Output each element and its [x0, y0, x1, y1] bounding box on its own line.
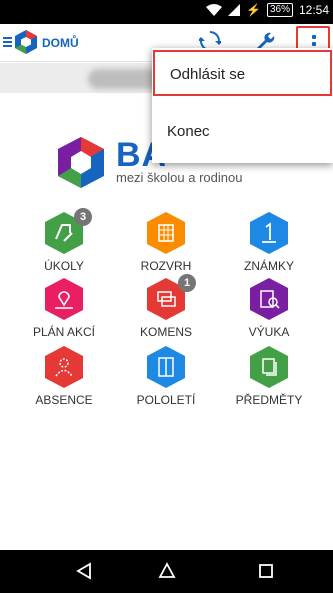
brand-tagline: mezi školou a rodinou — [116, 170, 243, 185]
tile-label: ÚKOLY — [44, 259, 84, 273]
app-logo-icon[interactable] — [14, 29, 38, 55]
clock: 12:54 — [298, 3, 329, 17]
tile-vyuka[interactable]: VÝUKA — [219, 277, 319, 339]
tile-predmety[interactable]: PŘEDMĚTY — [219, 345, 319, 407]
tile-absence[interactable]: ABSENCE — [14, 345, 114, 407]
events-map-icon — [45, 278, 83, 320]
tile-rozvrh[interactable]: ROZVRH — [116, 211, 216, 273]
tile-label: POLOLETÍ — [136, 393, 196, 407]
battery-indicator: 36% — [266, 3, 293, 17]
back-icon[interactable] — [75, 562, 93, 580]
menu-item-exit[interactable]: Konec — [152, 112, 333, 160]
subjects-icon — [250, 346, 288, 388]
teaching-icon — [250, 278, 288, 320]
tile-znamky[interactable]: ZNÁMKY — [219, 211, 319, 273]
recents-icon[interactable] — [257, 562, 275, 580]
signal-icon — [228, 4, 240, 16]
tile-plan-akci[interactable]: PLÁN AKCÍ — [14, 277, 114, 339]
tile-label: VÝUKA — [248, 325, 290, 339]
home-icon[interactable] — [158, 562, 176, 580]
tile-label: PLÁN AKCÍ — [32, 325, 96, 339]
tile-label: PŘEDMĚTY — [235, 393, 303, 407]
tile-komens[interactable]: 1 KOMENS — [116, 274, 216, 339]
status-bar: ⚡ 36% 12:54 — [0, 0, 333, 24]
tile-label: ABSENCE — [35, 393, 93, 407]
bakalari-logo-icon — [58, 137, 104, 188]
system-nav-bar — [0, 550, 333, 593]
grades-icon — [250, 212, 288, 254]
menu-item-logout[interactable]: Odhlásit se — [153, 50, 332, 96]
tile-pololeti[interactable]: POLOLETÍ — [116, 345, 216, 407]
status-icons: ⚡ 36% 12:54 — [206, 3, 329, 17]
semester-book-icon — [147, 346, 185, 388]
tile-label: KOMENS — [139, 325, 192, 339]
komens-badge: 1 — [178, 274, 196, 292]
tile-label: ZNÁMKY — [243, 259, 294, 273]
wifi-icon — [206, 4, 222, 16]
ukoly-badge: 3 — [74, 208, 92, 226]
absence-icon — [45, 346, 83, 388]
page-title[interactable]: DOMŮ — [42, 36, 79, 50]
drawer-icon[interactable] — [3, 37, 12, 47]
overflow-menu: Odhlásit se Konec — [152, 48, 333, 163]
tile-ukoly[interactable]: 3 ÚKOLY — [14, 208, 114, 273]
tile-label: ROZVRH — [140, 259, 192, 273]
charging-icon: ⚡ — [246, 3, 261, 17]
timetable-icon — [147, 212, 185, 254]
